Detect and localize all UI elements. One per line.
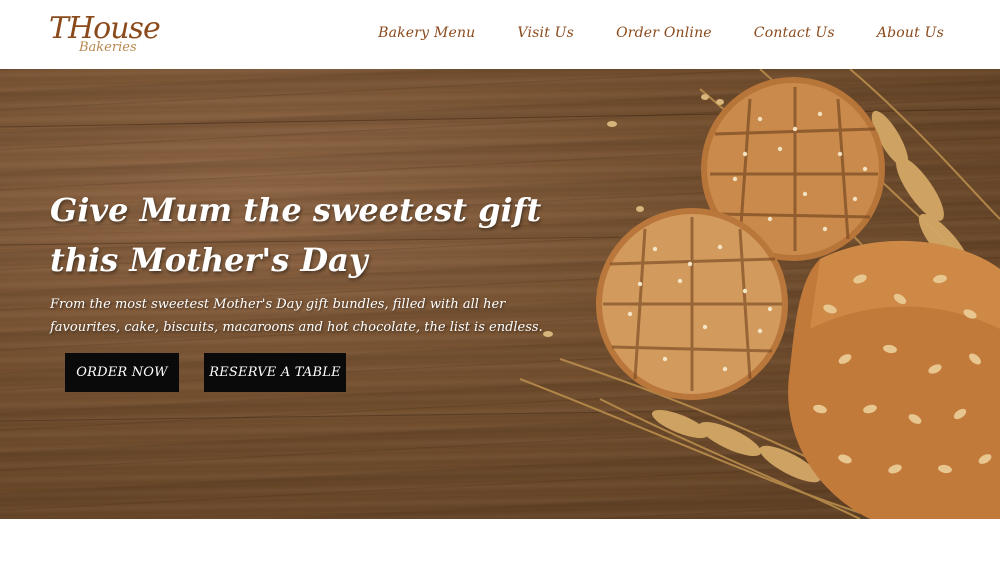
- nav-contact-us[interactable]: Contact Us: [754, 22, 835, 44]
- page-below-hero: [0, 519, 1000, 563]
- site-header: THouse Bakeries Bakery Menu Visit Us Ord…: [0, 0, 1000, 69]
- brand-tagline: Bakeries: [79, 40, 137, 55]
- order-now-button[interactable]: ORDER NOW: [65, 353, 179, 392]
- main-nav: Bakery Menu Visit Us Order Online Contac…: [378, 22, 944, 44]
- reserve-table-button[interactable]: RESERVE A TABLE: [204, 353, 346, 392]
- hero-subtitle: From the most sweetest Mother's Day gift…: [50, 297, 543, 335]
- nav-visit-us[interactable]: Visit Us: [517, 22, 574, 44]
- hero-title: Give Mum the sweetest gift this Mother's…: [50, 191, 542, 279]
- hero-banner: Give Mum the sweetest gift this Mother's…: [0, 69, 1000, 519]
- nav-bakery-menu[interactable]: Bakery Menu: [378, 22, 475, 44]
- brand-logo[interactable]: THouse Bakeries: [49, 12, 161, 58]
- nav-order-online[interactable]: Order Online: [616, 22, 712, 44]
- nav-about-us[interactable]: About Us: [877, 22, 944, 44]
